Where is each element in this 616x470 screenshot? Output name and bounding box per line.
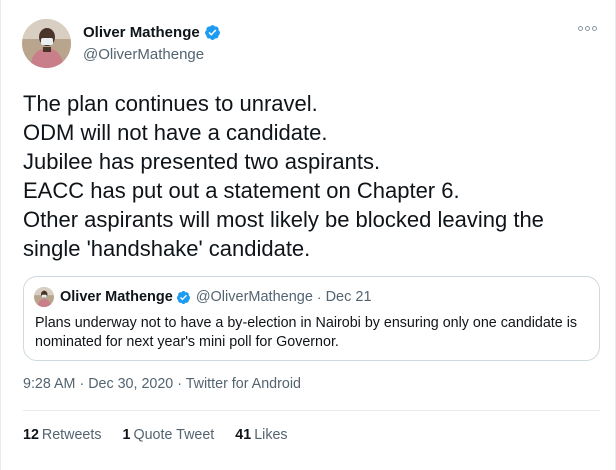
quoted-tweet[interactable]: Oliver Mathenge @OliverMathenge · Dec 21… [23, 276, 600, 361]
quoted-author-name: Oliver Mathenge [60, 289, 173, 305]
quote-tweets-stat[interactable]: 1 Quote Tweet [123, 427, 215, 443]
author-handle[interactable]: @OliverMathenge [83, 46, 204, 63]
tweet-text-line: ODM will not have a candidate. [23, 120, 328, 145]
verified-badge-icon [176, 290, 191, 305]
dot-icon [592, 26, 597, 31]
tweet-text-line: Other aspirants will most likely be bloc… [23, 207, 544, 232]
quoted-tweet-header: Oliver Mathenge @OliverMathenge · Dec 21 [60, 289, 372, 305]
likes-stat[interactable]: 41 Likes [235, 427, 287, 443]
quoted-tweet-text: Plans underway not to have a by-election… [35, 315, 578, 350]
tweet-meta: 9:28 AM · Dec 30, 2020 · Twitter for And… [23, 376, 301, 392]
retweets-label: Retweets [41, 427, 102, 443]
quotes-count: 1 [122, 427, 131, 443]
quoted-date: Dec 21 [325, 289, 372, 305]
tweet-source[interactable]: Twitter for Android [186, 376, 301, 392]
quotes-label: Quote Tweet [133, 427, 215, 443]
author-avatar[interactable] [22, 19, 71, 68]
more-options-icon[interactable] [578, 26, 597, 31]
author-name-row[interactable]: Oliver Mathenge [83, 24, 221, 41]
engagement-stats: 12 Retweets 1 Quote Tweet 41 Likes [23, 427, 309, 443]
meta-separator: · [177, 376, 183, 392]
dot-icon [585, 26, 590, 31]
tweet-text: The plan continues to unravel. ODM will … [23, 89, 603, 263]
tweet-text-line: The plan continues to unravel. [23, 91, 318, 116]
tweet-text-line: single 'handshake' candidate. [23, 236, 311, 261]
dot-icon [578, 26, 583, 31]
verified-badge-icon [204, 24, 221, 41]
tweet-text-line: EACC has put out a statement on Chapter … [23, 178, 460, 203]
retweets-stat[interactable]: 12 Retweets [23, 427, 102, 443]
tweet-text-line: Jubilee has presented two aspirants. [23, 149, 381, 174]
likes-label: Likes [254, 427, 288, 443]
tweet-card: Oliver Mathenge @OliverMathenge The plan… [0, 0, 616, 470]
quoted-separator: · [316, 289, 322, 305]
divider [23, 410, 600, 411]
quoted-author-handle: @OliverMathenge [195, 289, 313, 305]
retweets-count: 12 [23, 427, 39, 443]
quoted-author-avatar [34, 287, 54, 307]
author-display-name[interactable]: Oliver Mathenge [83, 24, 200, 41]
tweet-time[interactable]: 9:28 AM [23, 376, 75, 392]
tweet-date[interactable]: Dec 30, 2020 [88, 376, 173, 392]
likes-count: 41 [235, 427, 252, 443]
meta-separator: · [79, 376, 85, 392]
